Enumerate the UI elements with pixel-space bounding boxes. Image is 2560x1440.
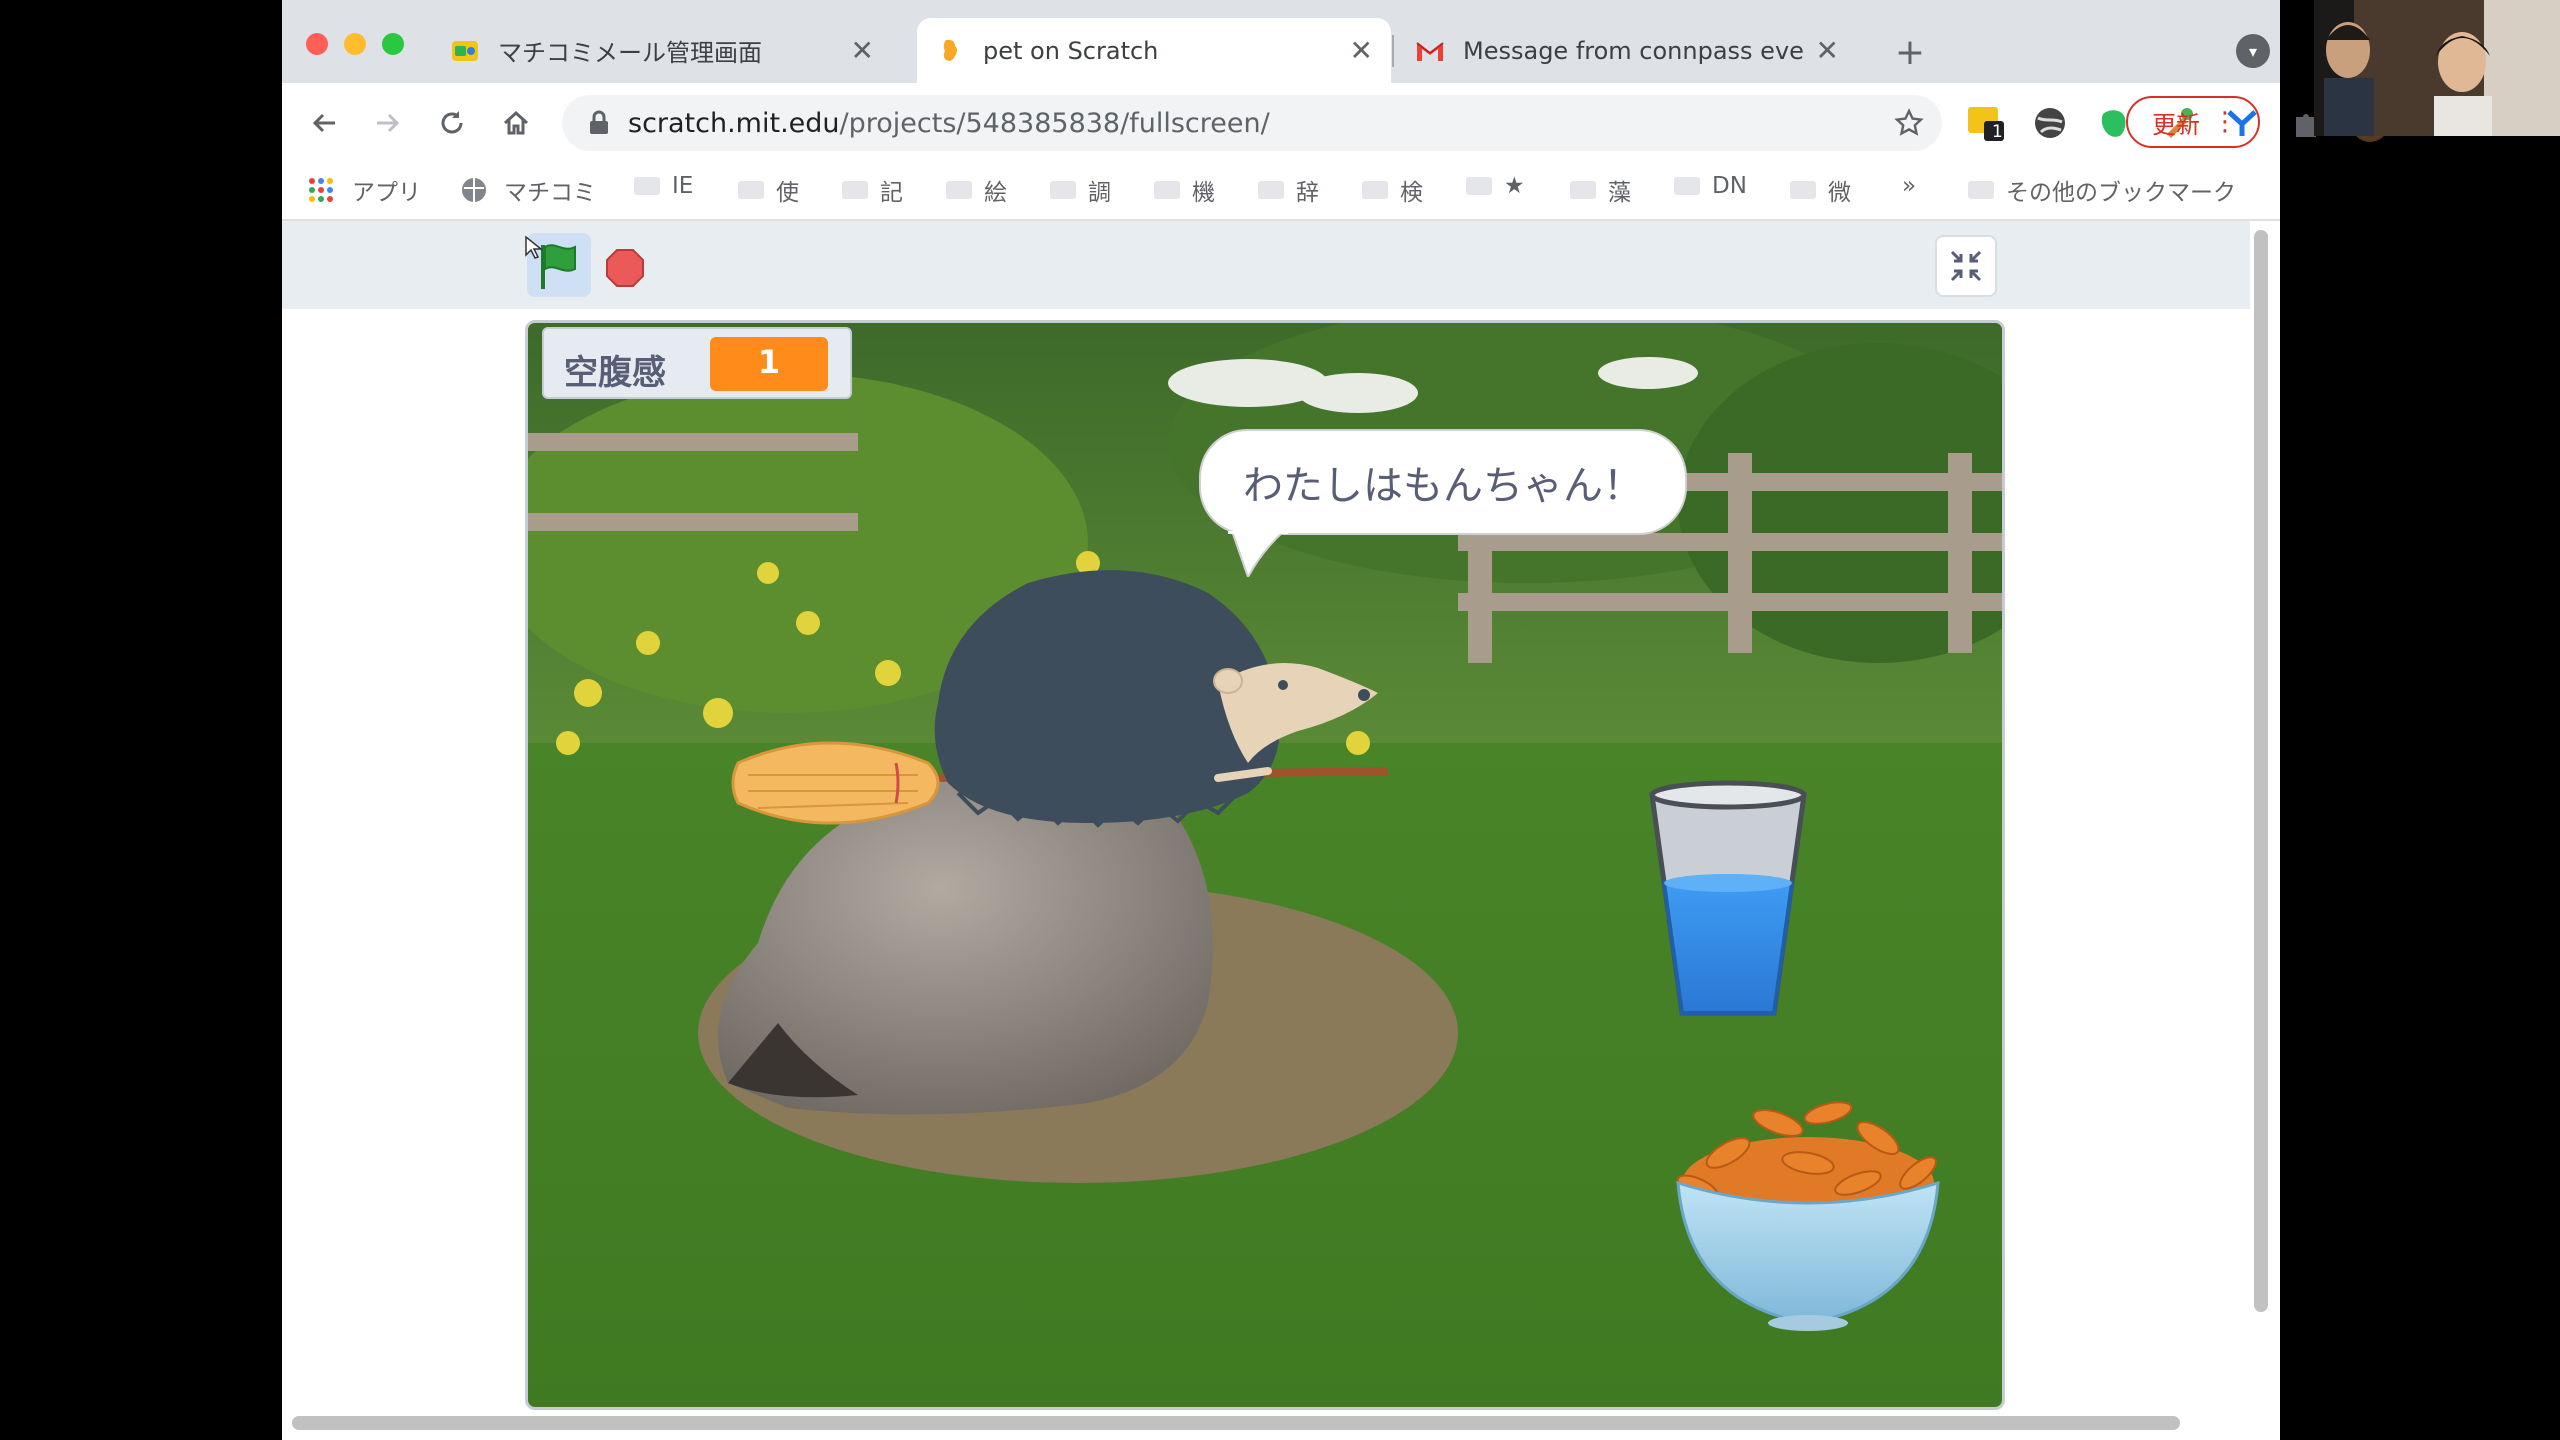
tab-title: Message from connpass event (1463, 36, 1804, 65)
tab-pet-on-scratch[interactable]: pet on Scratch ✕ (917, 18, 1391, 83)
folder-icon (1154, 181, 1180, 199)
reload-button[interactable] (430, 101, 474, 145)
exit-fullscreen-icon (1950, 250, 1982, 282)
back-arrow-icon (312, 113, 335, 133)
water-cup-sprite (1649, 780, 1807, 1016)
forward-button[interactable] (366, 101, 410, 145)
folder-icon (1362, 181, 1388, 199)
browser-window: マチコミメール管理画面 ✕ pet on Scratch ✕ Message f… (282, 0, 2389, 1440)
stop-octagon-icon (606, 249, 644, 287)
vertical-scrollbar[interactable] (2254, 230, 2268, 1312)
more-menu-icon[interactable]: ⋮ (2212, 107, 2238, 137)
tab-search-button[interactable]: ▾ (2236, 34, 2270, 68)
bookmark-folder-ji[interactable]: 辞 (1258, 173, 1319, 207)
tab-title: pet on Scratch (983, 36, 1159, 65)
reload-icon (441, 111, 463, 134)
minimize-window-button[interactable] (344, 33, 366, 55)
bookmark-folder-star[interactable]: ★ (1466, 173, 1525, 199)
scratch-stage-header (282, 221, 2250, 309)
folder-icon (738, 181, 764, 199)
folder-icon (1790, 181, 1816, 199)
lock-icon (590, 110, 608, 134)
tab-connpass-message[interactable]: Message from connpass event ✕ (1397, 18, 1857, 83)
forward-arrow-icon (377, 113, 400, 133)
bookmark-folder-ie[interactable]: IE (634, 173, 693, 199)
variable-monitor-value: 1 (710, 337, 828, 391)
new-tab-button[interactable]: + (1888, 30, 1932, 74)
home-button[interactable] (494, 101, 538, 145)
speech-bubble-tail (1228, 531, 1288, 577)
zoom-window-button[interactable] (382, 33, 404, 55)
bookmark-folder-ken[interactable]: 検 (1362, 173, 1423, 207)
webcam-thumbnail (2314, 0, 2560, 136)
folder-icon (1968, 181, 1994, 199)
variable-monitor-label: 空腹感 (564, 353, 666, 393)
url-text: scratch.mit.edu/projects/548385838/fulls… (628, 108, 1270, 139)
speech-bubble-text: わたしはもんちゃん！ (1243, 463, 1643, 509)
gmail-icon (1415, 36, 1445, 66)
scratch-favicon-icon (935, 36, 965, 66)
bookmark-folder-cho[interactable]: 調 (1050, 173, 1111, 207)
speech-bubble: わたしはもんちゃん！ (1199, 429, 1687, 535)
folder-icon (1466, 177, 1492, 195)
bookmark-star-icon (1894, 108, 1924, 136)
update-label: 更新 (2152, 110, 2200, 139)
extension-badge: 1 (1992, 122, 2003, 142)
folder-icon (1674, 177, 1700, 195)
tab-strip: マチコミメール管理画面 ✕ pet on Scratch ✕ Message f… (282, 0, 2280, 83)
bookmark-folder-bi[interactable]: 微 (1790, 173, 1851, 207)
horizontal-scrollbar[interactable] (292, 1416, 2180, 1430)
page-content: 空腹感 1 わたしはもんちゃん！ (282, 221, 2250, 1429)
bookmark-folder-e[interactable]: 絵 (946, 173, 1007, 207)
bookmark-folder-dn[interactable]: DN (1674, 173, 1747, 199)
globe-icon (462, 178, 486, 202)
bookmark-folder-use[interactable]: 使 (738, 173, 799, 207)
close-icon[interactable]: ✕ (1816, 34, 1839, 67)
machicomi-favicon-icon (450, 36, 480, 66)
address-bar[interactable]: scratch.mit.edu/projects/548385838/fulls… (562, 95, 1942, 151)
folder-icon (946, 181, 972, 199)
folder-icon (1258, 181, 1284, 199)
folder-icon (1050, 181, 1076, 199)
folder-icon (842, 181, 868, 199)
tab-machicomi[interactable]: マチコミメール管理画面 ✕ (432, 18, 892, 83)
close-icon[interactable]: ✕ (851, 34, 874, 67)
apps-grid-icon (309, 178, 333, 202)
bookmark-folder-ki2[interactable]: 機 (1154, 173, 1215, 207)
bookmarks-bar: アプリ マチコミ IE 使 記 絵 調 機 辞 検 ★ 藻 DN 微 » その他… (282, 161, 2280, 221)
tab-divider (1392, 35, 1394, 67)
close-window-button[interactable] (306, 33, 328, 55)
mouse-cursor-icon (525, 235, 544, 259)
home-icon (503, 110, 529, 135)
bookmark-other-folder[interactable]: その他のブックマーク (1968, 173, 2236, 207)
bookmark-folder-mo[interactable]: 藻 (1570, 173, 1631, 207)
update-chrome-button[interactable]: 更新 ⋮ (2126, 96, 2260, 148)
bookmarks-overflow-button[interactable]: » (1902, 173, 1916, 199)
variable-monitor-hunger[interactable]: 空腹感 1 (542, 327, 852, 399)
folder-icon (634, 177, 660, 195)
close-icon[interactable]: ✕ (1350, 34, 1373, 67)
toolbar: scratch.mit.edu/projects/548385838/fulls… (282, 83, 2389, 161)
bookmark-folder-ki[interactable]: 記 (842, 173, 903, 207)
tab-title: マチコミメール管理画面 (498, 39, 762, 67)
stop-button[interactable] (605, 248, 645, 288)
bookmark-apps[interactable]: アプリ (308, 173, 421, 207)
extension-mail-icon[interactable]: 1 (1966, 103, 2006, 143)
exit-fullscreen-button[interactable] (1935, 235, 1997, 297)
bookmark-machicomi[interactable]: マチコミ (460, 173, 596, 207)
folder-icon (1570, 181, 1596, 199)
back-button[interactable] (302, 101, 346, 145)
scratch-stage[interactable]: 空腹感 1 わたしはもんちゃん！ (525, 320, 2005, 1410)
extension-globe-icon[interactable] (2030, 103, 2070, 143)
webcam-people-image (2314, 0, 2560, 136)
